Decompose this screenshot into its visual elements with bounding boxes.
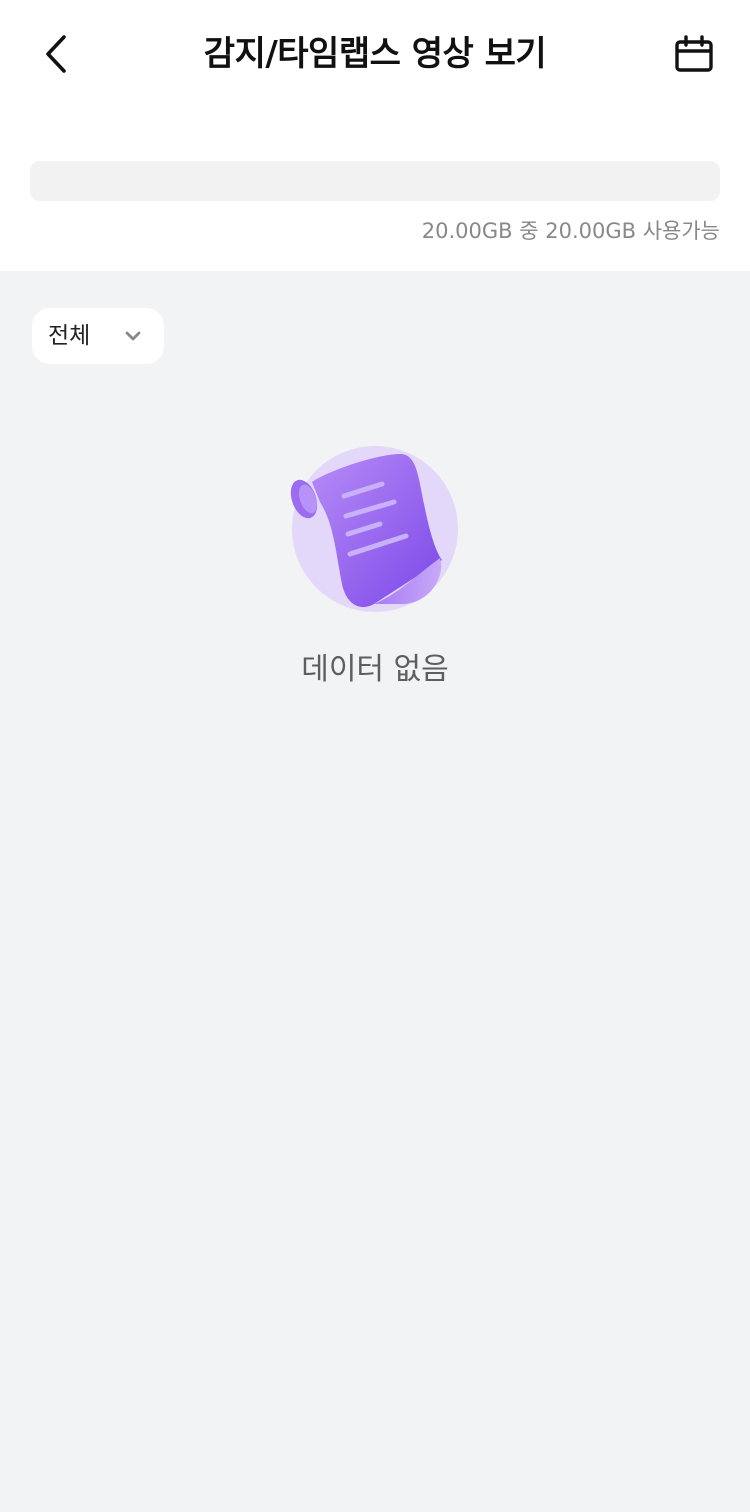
chevron-down-icon	[125, 331, 141, 341]
top-panel: 감지/타임랩스 영상 보기 20.00GB 중 20.00GB 사용가능	[0, 0, 750, 271]
scroll-document-icon	[290, 446, 458, 612]
page-title: 감지/타임랩스 영상 보기	[203, 34, 547, 74]
calendar-icon	[675, 35, 713, 72]
calendar-button[interactable]	[666, 26, 722, 82]
header: 감지/타임랩스 영상 보기	[0, 0, 750, 108]
filter-selected-label: 전체	[48, 323, 91, 349]
storage-available-text: 20.00GB 중 20.00GB 사용가능	[421, 219, 720, 243]
chevron-left-icon	[46, 35, 66, 73]
filter-dropdown[interactable]: 전체	[32, 308, 164, 364]
storage-usage-bar	[30, 161, 720, 201]
empty-state-message: 데이터 없음	[301, 652, 449, 687]
back-button[interactable]	[28, 26, 84, 82]
